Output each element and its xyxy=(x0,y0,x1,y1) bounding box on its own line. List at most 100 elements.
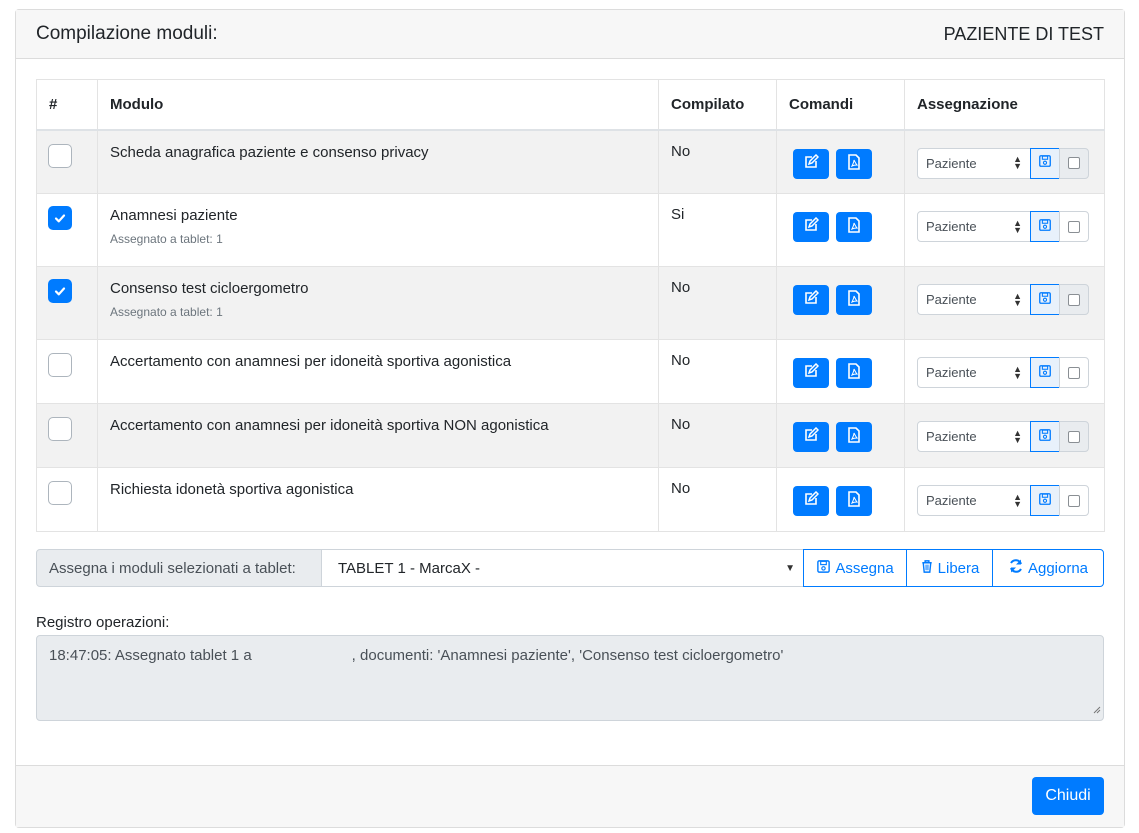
checkbox-box-icon xyxy=(1068,494,1080,507)
refresh-icon xyxy=(1008,558,1024,578)
assignment-select-value: Paziente xyxy=(926,365,977,380)
edit-module-button[interactable] xyxy=(793,358,829,388)
checkbox-box-icon xyxy=(1068,293,1080,306)
floppy-icon xyxy=(1038,428,1052,446)
pdf-module-button[interactable] xyxy=(836,358,872,388)
assignment-select-value: Paziente xyxy=(926,155,977,171)
assignment-toggle-checkbox[interactable] xyxy=(1059,421,1089,452)
assignment-select[interactable]: Paziente ▲ ▼ xyxy=(917,284,1031,315)
table-row: Scheda anagrafica paziente e consenso pr… xyxy=(36,129,1105,194)
log-text: 18:47:05: Assegnato tablet 1 a , documen… xyxy=(49,647,784,664)
row-checkbox[interactable] xyxy=(48,143,72,168)
sort-caret-icon: ▲ ▼ xyxy=(1013,217,1022,235)
table-header-row: # Modulo Compilato Comandi Assegnazione xyxy=(36,79,1105,131)
tablet-assign-label: Assegna i moduli selezionati a tablet: xyxy=(36,549,322,587)
free-button-label: Libera xyxy=(937,559,980,577)
pdf-module-button[interactable] xyxy=(836,212,872,242)
refresh-button[interactable]: Aggiorna xyxy=(992,549,1104,587)
row-checkbox[interactable] xyxy=(48,417,72,441)
row-checkbox[interactable] xyxy=(48,481,72,505)
row-checkbox[interactable] xyxy=(48,353,72,377)
pdf-module-button[interactable] xyxy=(836,422,872,452)
pdf-module-button[interactable] xyxy=(836,148,872,179)
tablet-assign-bar: Assegna i moduli selezionati a tablet: T… xyxy=(36,549,1104,587)
module-name: Scheda anagrafica paziente e consenso pr… xyxy=(110,143,429,161)
assignment-toggle-checkbox[interactable] xyxy=(1059,357,1089,388)
checkbox-box-icon xyxy=(1068,157,1080,169)
row-checkbox[interactable] xyxy=(48,279,72,303)
floppy-icon xyxy=(816,559,831,578)
module-cell: Anamnesi paziente Assegnato a tablet: 1 xyxy=(97,193,659,267)
pdf-icon xyxy=(847,290,861,310)
col-header-completed: Compilato xyxy=(658,79,777,131)
assignment-select[interactable]: Paziente ▲ ▼ xyxy=(917,211,1031,242)
completed-cell: No xyxy=(658,403,777,468)
pdf-icon xyxy=(847,217,861,237)
edit-icon xyxy=(803,153,820,174)
modules-table-wrapper: # Modulo Compilato Comandi Assegnazione … xyxy=(36,79,1105,532)
completed-cell: No xyxy=(658,467,777,532)
edit-module-button[interactable] xyxy=(793,486,829,516)
patient-name: PAZIENTE DI TEST xyxy=(943,23,1104,44)
save-assignment-button[interactable] xyxy=(1030,211,1060,242)
card-footer: Chiudi xyxy=(16,765,1124,827)
tablet-select-value: TABLET 1 - MarcaX - xyxy=(338,559,480,577)
edit-icon xyxy=(803,490,820,511)
pdf-icon xyxy=(847,153,861,174)
save-assignment-button[interactable] xyxy=(1030,357,1060,388)
edit-module-button[interactable] xyxy=(793,212,829,242)
completed-cell: Si xyxy=(658,193,777,267)
table-row: Richiesta idonetà sportiva agonistica No P… xyxy=(36,467,1105,532)
free-button[interactable]: Libera xyxy=(906,549,993,587)
edit-module-button[interactable] xyxy=(793,148,829,179)
assign-button[interactable]: Assegna xyxy=(803,549,907,587)
assignment-toggle-checkbox[interactable] xyxy=(1059,211,1089,242)
module-name: Accertamento con anamnesi per idoneità s… xyxy=(110,353,512,370)
checkmark-icon xyxy=(53,284,67,298)
assignment-select[interactable]: Paziente ▲ ▼ xyxy=(917,485,1031,516)
pdf-icon xyxy=(847,427,861,447)
edit-icon xyxy=(803,426,820,447)
assignment-select[interactable]: Paziente ▲ ▼ xyxy=(917,421,1031,452)
sort-caret-icon: ▲ ▼ xyxy=(1013,290,1022,308)
col-header-commands: Comandi xyxy=(776,79,905,131)
pdf-module-button[interactable] xyxy=(836,285,872,315)
save-assignment-button[interactable] xyxy=(1030,147,1060,179)
module-cell: Accertamento con anamnesi per idoneità s… xyxy=(97,339,659,404)
pdf-module-button[interactable] xyxy=(836,486,872,516)
edit-module-button[interactable] xyxy=(793,285,829,315)
card-title: Compilazione moduli: xyxy=(36,23,218,44)
assignment-cell: Paziente ▲ ▼ xyxy=(904,266,1105,340)
edit-module-button[interactable] xyxy=(793,422,829,452)
row-select-cell xyxy=(36,266,98,340)
assignment-select[interactable]: Paziente ▲ ▼ xyxy=(917,357,1031,388)
floppy-icon xyxy=(1038,218,1052,236)
col-header-num: # xyxy=(36,79,98,131)
assignment-toggle-checkbox[interactable] xyxy=(1059,485,1089,516)
assignment-select[interactable]: Paziente ▲ ▼ xyxy=(917,147,1031,179)
refresh-button-label: Aggiorna xyxy=(1027,559,1089,577)
row-checkbox[interactable] xyxy=(48,206,72,230)
save-assignment-button[interactable] xyxy=(1030,284,1060,315)
assignment-select-value: Paziente xyxy=(926,493,977,508)
assignment-toggle-checkbox[interactable] xyxy=(1059,147,1089,179)
save-assignment-button[interactable] xyxy=(1030,485,1060,516)
assignment-toggle-checkbox[interactable] xyxy=(1059,284,1089,315)
assignment-cell: Paziente ▲ ▼ xyxy=(904,193,1105,267)
tablet-select[interactable]: TABLET 1 - MarcaX - ▼ xyxy=(322,549,804,587)
row-select-cell xyxy=(36,193,98,267)
commands-cell xyxy=(776,403,905,468)
trash-icon xyxy=(920,559,934,578)
table-row: Accertamento con anamnesi per idoneità s… xyxy=(36,403,1105,468)
close-button[interactable]: Chiudi xyxy=(1032,777,1104,815)
module-name: Consenso test cicloergometro xyxy=(110,280,309,297)
assignment-select-value: Paziente xyxy=(926,219,977,234)
resize-handle-icon[interactable] xyxy=(1092,701,1101,718)
commands-cell xyxy=(776,129,905,194)
modules-card: Compilazione moduli: PAZIENTE DI TEST # … xyxy=(15,9,1125,828)
col-header-assignment: Assegnazione xyxy=(904,79,1105,131)
save-assignment-button[interactable] xyxy=(1030,421,1060,452)
log-textarea[interactable]: 18:47:05: Assegnato tablet 1 a , documen… xyxy=(36,635,1104,721)
commands-cell xyxy=(776,339,905,404)
checkbox-box-icon xyxy=(1068,430,1080,443)
